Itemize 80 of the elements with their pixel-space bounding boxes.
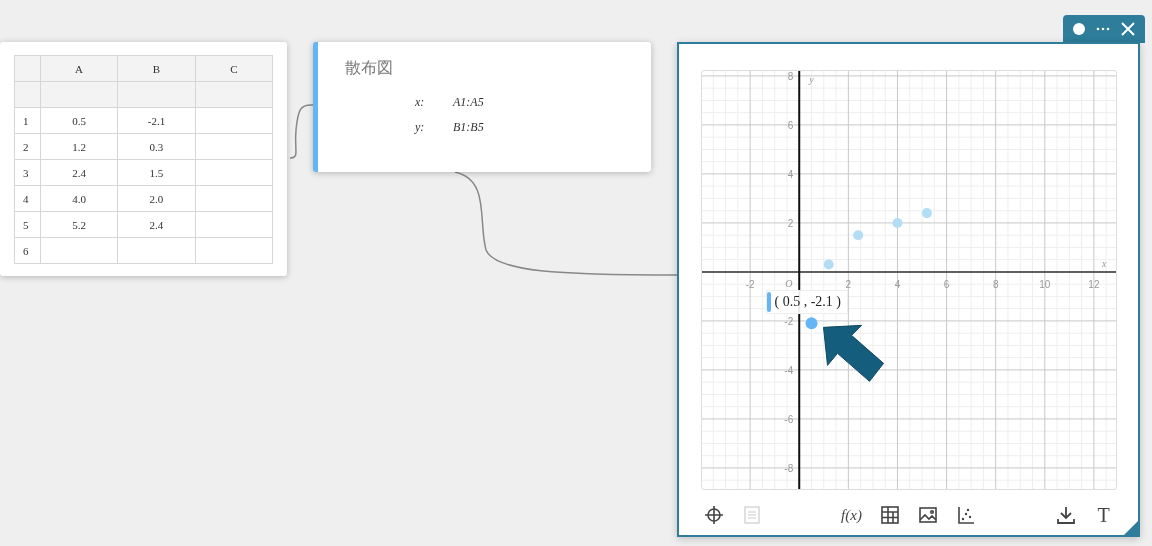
download-icon — [1055, 505, 1076, 525]
tick-label: -8 — [783, 462, 793, 474]
parameter-name: y: — [415, 120, 426, 135]
table-cell[interactable] — [117, 237, 196, 264]
data-point[interactable] — [805, 317, 817, 330]
table-cell[interactable] — [40, 237, 118, 264]
row-number: 1 — [14, 107, 41, 134]
parameter-value: B1:B5 — [453, 120, 485, 135]
table-cell[interactable]: 5.2 — [40, 211, 118, 238]
column-header[interactable]: A — [40, 55, 118, 82]
scatter-plot-card[interactable]: 散布図 x: A1:A5 y: B1:B5 — [313, 42, 651, 172]
tick-label: 4 — [894, 278, 900, 290]
table-cell[interactable] — [195, 81, 273, 108]
table-cell[interactable]: 2.0 — [117, 185, 196, 212]
table-cell — [14, 55, 41, 82]
circle-button[interactable] — [1070, 21, 1087, 37]
tick-label: 12 — [1087, 278, 1099, 290]
coordinate-tooltip: ( 0.5 , -2.1 ) — [765, 290, 848, 314]
table-cell[interactable] — [195, 133, 273, 160]
table-cell[interactable] — [40, 81, 118, 108]
table-cell[interactable] — [195, 159, 273, 186]
data-point[interactable] — [891, 217, 902, 228]
scatter-plot-icon — [955, 505, 976, 525]
row-number: 4 — [14, 185, 41, 212]
table-cell[interactable]: 1.2 — [40, 133, 118, 160]
tick-label: 2 — [845, 278, 851, 290]
tick-label: 2 — [787, 217, 793, 229]
table-cell[interactable] — [195, 185, 273, 212]
tick-label: 8 — [992, 278, 998, 290]
table-cell[interactable]: 0.5 — [40, 107, 118, 134]
row-number: 3 — [14, 159, 41, 186]
crosshair-icon — [703, 505, 724, 525]
connector-line — [289, 104, 314, 159]
tick-label: -6 — [783, 413, 793, 425]
tick-label: -2 — [783, 315, 793, 327]
close-icon — [1121, 22, 1136, 36]
table-cell[interactable]: 1.5 — [117, 159, 196, 186]
table-cell — [14, 81, 41, 108]
axis-label: y — [808, 74, 814, 85]
table-cell[interactable]: 4.0 — [40, 185, 118, 212]
close-button[interactable] — [1119, 20, 1138, 38]
data-point[interactable] — [823, 259, 834, 270]
table-icon — [879, 505, 900, 525]
column-header[interactable]: B — [117, 55, 196, 82]
circle-icon — [1072, 23, 1085, 35]
function-button[interactable]: f(x) — [839, 503, 864, 527]
text-button[interactable]: T — [1091, 503, 1116, 527]
tick-label: -4 — [783, 364, 793, 376]
parameter-value: A1:A5 — [453, 95, 485, 110]
tick-label: 6 — [943, 278, 949, 290]
card-title: 散布図 — [345, 58, 394, 79]
more-icon — [1096, 27, 1110, 31]
tick-label: 8 — [787, 71, 793, 82]
list-icon — [743, 506, 760, 524]
column-header[interactable]: C — [195, 55, 273, 82]
graph-panel[interactable]: -2 2 4 6 8 10 12 -8 -6 -4 -2 2 4 6 8 x y O ( 0.5 , -2.1 ) — [700, 70, 1117, 490]
axis-label: x — [1101, 257, 1106, 269]
parameter-name: x: — [415, 95, 426, 110]
table-cell[interactable] — [195, 211, 273, 238]
tick-label: 10 — [1038, 278, 1050, 290]
data-point[interactable] — [921, 208, 932, 219]
image-icon — [917, 505, 938, 525]
origin-label: O — [784, 277, 792, 289]
table-cell[interactable]: -2.1 — [117, 107, 196, 134]
table-cell[interactable]: 2.4 — [40, 159, 118, 186]
table-cell[interactable] — [117, 81, 196, 108]
tick-label: 6 — [787, 119, 793, 131]
row-number: 6 — [14, 237, 41, 264]
row-number: 2 — [14, 133, 41, 160]
resize-handle[interactable] — [1122, 519, 1140, 537]
table-cell[interactable] — [195, 237, 273, 264]
arrow-icon — [822, 324, 884, 382]
tick-label: -2 — [745, 278, 755, 290]
table-cell[interactable]: 2.4 — [117, 211, 196, 238]
more-button[interactable] — [1094, 25, 1112, 33]
tick-label: 4 — [787, 168, 793, 180]
data-point[interactable] — [852, 230, 863, 241]
table-cell[interactable]: 0.3 — [117, 133, 196, 160]
row-number: 5 — [14, 211, 41, 238]
table-cell[interactable] — [195, 107, 273, 134]
